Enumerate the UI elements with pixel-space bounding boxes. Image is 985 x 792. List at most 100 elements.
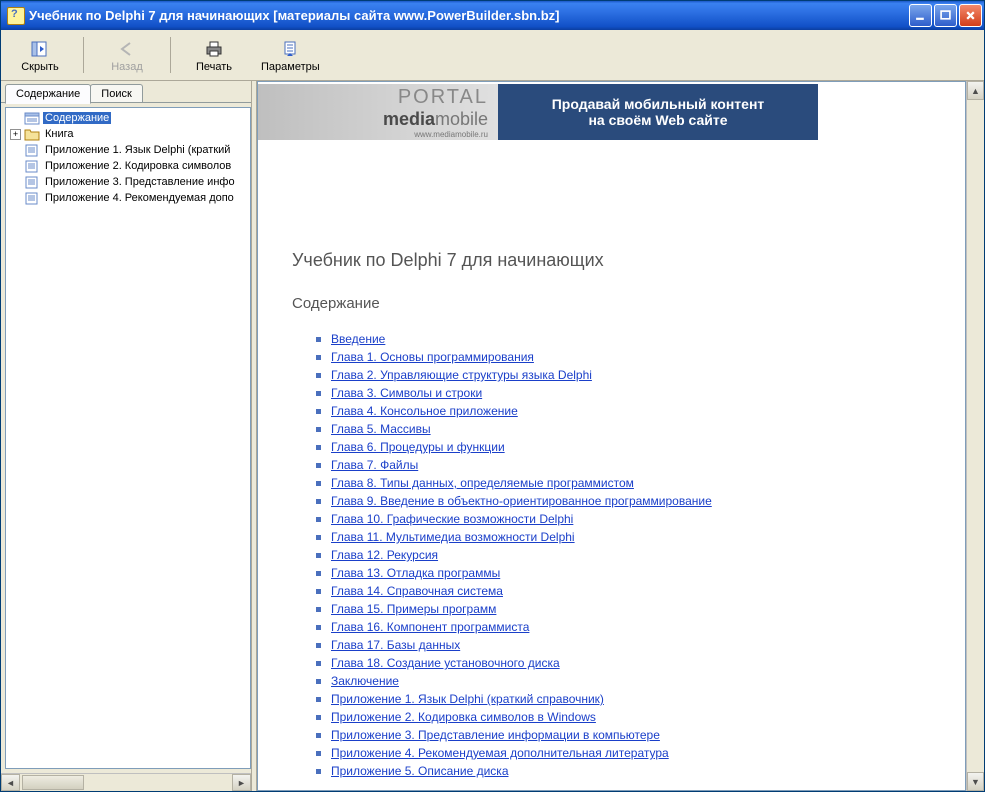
page-heading: Учебник по Delphi 7 для начинающих — [292, 250, 965, 271]
toc-link[interactable]: Глава 13. Отладка программы — [331, 564, 500, 582]
tree-item-label: Приложение 3. Представление инфо — [43, 176, 237, 188]
toc-link[interactable]: Глава 12. Рекурсия — [331, 546, 438, 564]
toc-item: Глава 2. Управляющие структуры языка Del… — [316, 366, 965, 384]
print-icon — [203, 38, 225, 60]
toc-link[interactable]: Введение — [331, 330, 385, 348]
toc-link[interactable]: Глава 6. Процедуры и функции — [331, 438, 505, 456]
toc-link[interactable]: Приложение 4. Рекомендуемая дополнительн… — [331, 744, 669, 762]
toc-link[interactable]: Приложение 2. Кодировка символов в Windo… — [331, 708, 596, 726]
page-icon — [24, 159, 40, 173]
toc-link[interactable]: Глава 5. Массивы — [331, 420, 431, 438]
tree-item[interactable]: Приложение 2. Кодировка символов — [6, 158, 250, 174]
toolbar-separator — [170, 37, 171, 73]
options-icon — [279, 38, 301, 60]
tab-contents[interactable]: Содержание — [5, 84, 91, 104]
toc-link[interactable]: Глава 7. Файлы — [331, 456, 418, 474]
banner-line1: Продавай мобильный контент — [552, 96, 765, 112]
toc-link[interactable]: Глава 15. Примеры программ — [331, 600, 496, 618]
toc-list: ВведениеГлава 1. Основы программирования… — [316, 330, 965, 780]
back-button[interactable]: Назад — [92, 36, 162, 75]
toc-item: Глава 4. Консольное приложение — [316, 402, 965, 420]
scroll-right-icon[interactable]: ► — [232, 774, 251, 791]
body: Содержание Поиск Содержание + — [1, 81, 984, 791]
scroll-track[interactable] — [84, 775, 232, 790]
app-icon — [7, 7, 25, 25]
close-button[interactable] — [959, 4, 982, 27]
tree-item-label: Приложение 4. Рекомендуемая допо — [43, 192, 236, 204]
scroll-up-icon[interactable]: ▲ — [967, 81, 984, 100]
content-wrap: PORTAL mediamobile www.mediamobile.ru Пр… — [257, 81, 984, 791]
toc-item: Приложение 3. Представление информации в… — [316, 726, 965, 744]
scroll-left-icon[interactable]: ◄ — [1, 774, 20, 791]
tree-item[interactable]: Приложение 4. Рекомендуемая допо — [6, 190, 250, 206]
banner-right: Продавай мобильный контент на своём Web … — [498, 84, 818, 140]
minimize-button[interactable] — [909, 4, 932, 27]
toc-link[interactable]: Глава 9. Введение в объектно-ориентирова… — [331, 492, 712, 510]
toc-link[interactable]: Глава 8. Типы данных, определяемые прогр… — [331, 474, 634, 492]
toc-item: Глава 12. Рекурсия — [316, 546, 965, 564]
back-label: Назад — [111, 61, 143, 73]
hide-label: Скрыть — [21, 61, 59, 73]
window-title: Учебник по Delphi 7 для начинающих [мате… — [29, 8, 909, 23]
toc-link[interactable]: Глава 18. Создание установочного диска — [331, 654, 560, 672]
toc-link[interactable]: Глава 3. Символы и строки — [331, 384, 482, 402]
options-label: Параметры — [261, 61, 320, 73]
toc-link[interactable]: Глава 14. Справочная система — [331, 582, 503, 600]
banner-left: PORTAL mediamobile www.mediamobile.ru — [258, 84, 498, 140]
toc-link[interactable]: Приложение 3. Представление информации в… — [331, 726, 660, 744]
toc-link[interactable]: Приложение 1. Язык Delphi (краткий справ… — [331, 690, 604, 708]
toc-item: Заключение — [316, 672, 965, 690]
ad-banner[interactable]: PORTAL mediamobile www.mediamobile.ru Пр… — [258, 84, 818, 140]
toolbar-separator — [83, 37, 84, 73]
tree-hscrollbar[interactable]: ◄ ► — [1, 773, 251, 791]
tree-item[interactable]: Приложение 3. Представление инфо — [6, 174, 250, 190]
contents-icon — [24, 111, 40, 125]
scroll-down-icon[interactable]: ▼ — [967, 772, 984, 791]
toc-link[interactable]: Приложение 5. Описание диска — [331, 762, 509, 780]
banner-url: www.mediamobile.ru — [414, 130, 488, 139]
toc-item: Приложение 4. Рекомендуемая дополнительн… — [316, 744, 965, 762]
toc-item: Глава 18. Создание установочного диска — [316, 654, 965, 672]
toc-link[interactable]: Глава 4. Консольное приложение — [331, 402, 518, 420]
toc-item: Глава 14. Справочная система — [316, 582, 965, 600]
tree-root[interactable]: Содержание — [6, 110, 250, 126]
content-pane[interactable]: PORTAL mediamobile www.mediamobile.ru Пр… — [257, 81, 966, 791]
nav-tabs: Содержание Поиск — [1, 81, 251, 103]
toc-link[interactable]: Заключение — [331, 672, 399, 690]
toc-link[interactable]: Глава 11. Мультимедиа возможности Delphi — [331, 528, 575, 546]
navigation-pane: Содержание Поиск Содержание + — [1, 81, 252, 791]
toc-link[interactable]: Глава 1. Основы программирования — [331, 348, 534, 366]
content-vscrollbar[interactable]: ▲ ▼ — [966, 81, 984, 791]
toc-item: Глава 9. Введение в объектно-ориентирова… — [316, 492, 965, 510]
folder-icon — [24, 127, 40, 141]
options-button[interactable]: Параметры — [255, 36, 326, 75]
toc-item: Глава 16. Компонент программиста — [316, 618, 965, 636]
maximize-button[interactable] — [934, 4, 957, 27]
toc-item: Глава 8. Типы данных, определяемые прогр… — [316, 474, 965, 492]
tree-root-label: Содержание — [43, 112, 111, 124]
help-window: Учебник по Delphi 7 для начинающих [мате… — [0, 0, 985, 792]
scroll-track[interactable] — [967, 100, 984, 772]
scroll-thumb[interactable] — [22, 775, 84, 790]
tree-item[interactable]: Приложение 1. Язык Delphi (краткий — [6, 142, 250, 158]
banner-line2: на своём Web сайте — [588, 112, 727, 128]
tree-view[interactable]: Содержание + Книга Приложение 1. Язык De… — [5, 107, 251, 769]
titlebar[interactable]: Учебник по Delphi 7 для начинающих [мате… — [1, 1, 984, 30]
toc-item: Глава 13. Отладка программы — [316, 564, 965, 582]
expand-icon[interactable]: + — [10, 129, 21, 140]
banner-portal: PORTAL — [398, 86, 488, 109]
page-subheading: Содержание — [292, 295, 965, 312]
toc-item: Приложение 5. Описание диска — [316, 762, 965, 780]
tree-book[interactable]: + Книга — [6, 126, 250, 142]
back-icon — [116, 38, 138, 60]
toc-item: Приложение 1. Язык Delphi (краткий справ… — [316, 690, 965, 708]
toc-link[interactable]: Глава 16. Компонент программиста — [331, 618, 529, 636]
toc-link[interactable]: Глава 2. Управляющие структуры языка Del… — [331, 366, 592, 384]
hide-button[interactable]: Скрыть — [5, 36, 75, 75]
tree-item-label: Приложение 2. Кодировка символов — [43, 160, 233, 172]
toc-item: Глава 15. Примеры программ — [316, 600, 965, 618]
toc-link[interactable]: Глава 10. Графические возможности Delphi — [331, 510, 573, 528]
tab-search[interactable]: Поиск — [90, 84, 142, 103]
print-button[interactable]: Печать — [179, 36, 249, 75]
toc-link[interactable]: Глава 17. Базы данных — [331, 636, 460, 654]
